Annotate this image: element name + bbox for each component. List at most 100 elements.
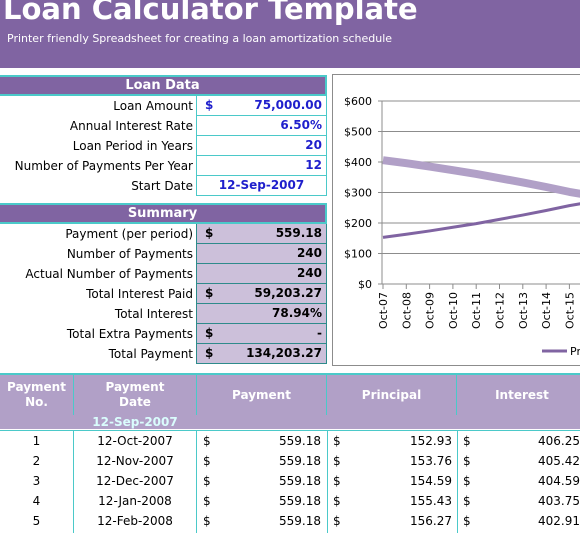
summary-label: Total Extra Payments [66,327,193,341]
interest-amount: 404.59 [538,474,580,488]
currency-symbol: $ [463,514,471,528]
value-text: 134,203.27 [246,346,322,360]
summary-row: Total Interest 78.94% [0,304,327,324]
principal-amount: 153.76 [410,454,452,468]
table-row: 4 12-Jan-2008 $559.18 $155.43 $403.75 [0,491,580,511]
table-row: 2 12-Nov-2007 $559.18 $153.76 $405.42 [0,451,580,471]
page-subtitle: Printer friendly Spreadsheet for creatin… [7,32,393,45]
value-text: 6.50% [280,118,322,132]
currency-symbol: $ [333,454,341,468]
currency-symbol: $ [333,434,341,448]
loan_data-label: Number of Payments Per Year [14,159,193,173]
x-tick-label: Oct-09 [424,292,437,329]
interest-amount: 405.42 [538,454,580,468]
principal-amount: 154.59 [410,474,452,488]
col-header-interest: Interest [495,387,549,402]
currency-symbol: $ [203,454,211,468]
page-title: Loan Calculator Template [3,0,418,26]
col-header-principal: Principal [327,375,457,415]
y-tick-label: $500 [344,126,372,139]
schedule-header: Payment No. Payment Date Payment Principal… [0,373,580,429]
payment-amount: 559.18 [279,434,321,448]
col-header-text: Payment [7,380,66,394]
col-header-payment-no: Payment No. [0,375,74,415]
summary-row: Payment (per period) $559.18 [0,224,327,244]
currency-symbol: $ [463,474,471,488]
value-text: 12 [305,158,322,172]
value-text: 59,203.27 [254,286,322,300]
payment-date: 12-Nov-2007 [96,454,174,468]
summary-label: Total Interest Paid [86,287,193,301]
col-header-payment: Payment [197,375,327,415]
currency-symbol: $ [205,286,214,300]
interest-amount: 403.75 [538,494,580,508]
summary-heading: Summary [0,203,327,224]
summary-value-cell: $134,203.27 [196,344,327,364]
currency-symbol: $ [203,514,211,528]
schedule-start-date: 12-Sep-2007 [92,415,178,429]
loan_data-value-cell[interactable]: 12 [196,156,327,176]
x-tick-label: Oct-11 [470,292,483,329]
payment-date: 12-Oct-2007 [97,434,173,448]
loan_data-row: Loan Amount $75,000.00 [0,96,327,116]
summary-row: Actual Number of Payments 240 [0,264,327,284]
value-text: 75,000.00 [254,98,322,112]
col-header-text: Payment [105,380,165,394]
x-tick-label: Oct-14 [540,292,553,329]
amortization-chart[interactable]: $0 $100 $200 $300 $400 $500 $600 Oct-07 Oct-08 Oc… [332,74,580,366]
summary-label: Payment (per period) [65,227,193,241]
table-row: 5 12-Feb-2008 $559.18 $156.27 $402.91 [0,511,580,531]
interest-amount: 402.91 [538,514,580,528]
principal-amount: 155.43 [410,494,452,508]
payment-amount: 559.18 [279,514,321,528]
summary-value-cell: $ - [196,324,327,344]
currency-symbol: $ [333,494,341,508]
currency-symbol: $ [205,326,214,340]
value-text: 12-Sep-2007 [218,178,305,192]
legend-label-principal: Pr [570,345,580,358]
payment-no: 3 [32,474,41,488]
value-text: - [317,326,322,340]
loan_data-row: Loan Period in Years 20 [0,136,327,156]
col-header-text: Date [119,395,151,409]
x-tick-label: Oct-10 [447,292,460,329]
summary-value-cell: 240 [196,244,327,264]
currency-symbol: $ [463,434,471,448]
payment-amount: 559.18 [279,494,321,508]
payment-amount: 559.18 [279,454,321,468]
series-line-principal [382,202,580,239]
x-tick-label: Oct-07 [377,292,390,329]
value-text: 559.18 [275,226,322,240]
x-tick-label: Oct-08 [400,292,413,329]
loan_data-label: Loan Amount [113,99,193,113]
summary-value-cell: 78.94% [196,304,327,324]
summary-label: Number of Payments [66,247,193,261]
summary-label: Total Interest [114,307,193,321]
currency-symbol: $ [203,474,211,488]
col-header-payment-date: Payment Date [74,375,197,415]
loan_data-value-cell[interactable]: 20 [196,136,327,156]
summary-row: Number of Payments 240 [0,244,327,264]
summary-value-cell: $559.18 [196,224,327,244]
loan_data-row: Number of Payments Per Year 12 [0,156,327,176]
loan_data-value-cell[interactable]: 12-Sep-2007 [196,176,327,196]
x-tick-label: Oct-15 [563,292,576,329]
currency-symbol: $ [203,494,211,508]
payment-date: 12-Feb-2008 [97,514,173,528]
currency-symbol: $ [205,346,214,360]
col-header-text: No. [25,395,48,409]
payment-date: 12-Dec-2007 [96,474,174,488]
chart-svg: $0 $100 $200 $300 $400 $500 $600 Oct-07 Oct-08 Oc… [344,95,580,358]
interest-amount: 406.25 [538,434,580,448]
schedule-body: 1 12-Oct-2007 $559.18 $152.93 $406.25 2 12-Nov… [0,430,580,533]
payment-amount: 559.18 [279,474,321,488]
value-text: 240 [296,266,322,280]
y-tick-label: $200 [344,217,372,230]
summary-value-cell: $59,203.27 [196,284,327,304]
summary-row: Total Extra Payments $ - [0,324,327,344]
currency-symbol: $ [463,454,471,468]
loan_data-value-cell[interactable]: $75,000.00 [196,96,327,116]
payment-no: 2 [32,454,41,468]
loan_data-value-cell[interactable]: 6.50% [196,116,327,136]
payment-no: 5 [32,514,41,528]
